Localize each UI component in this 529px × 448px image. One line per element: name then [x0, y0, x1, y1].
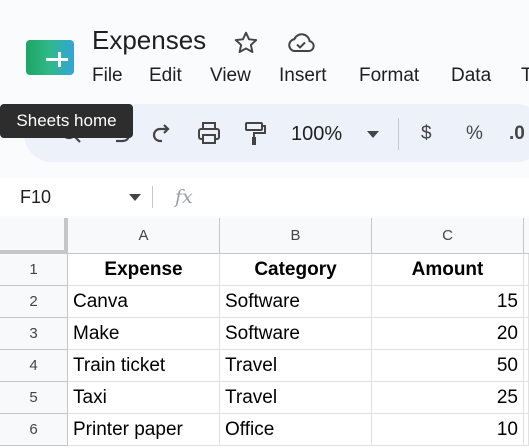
- table-cell[interactable]: Software: [220, 318, 372, 350]
- chevron-down-icon[interactable]: [367, 131, 379, 138]
- table-cell[interactable]: Taxi: [68, 382, 220, 414]
- decrease-decimal-button[interactable]: .0: [509, 121, 525, 147]
- select-all-corner[interactable]: [0, 218, 68, 254]
- table-cell[interactable]: [524, 382, 529, 414]
- formula-bar-divider: [152, 186, 153, 208]
- row-header[interactable]: 2: [0, 286, 68, 318]
- table-cell[interactable]: Travel: [220, 382, 372, 414]
- row-header[interactable]: 1: [0, 254, 68, 286]
- table-cell[interactable]: Canva: [68, 286, 220, 318]
- table-cell[interactable]: Printer paper: [68, 414, 220, 446]
- table-cell[interactable]: Train ticket: [68, 350, 220, 382]
- paint-format-icon[interactable]: [240, 118, 270, 148]
- menu-view[interactable]: View: [210, 63, 251, 89]
- document-title[interactable]: Expenses: [92, 24, 206, 56]
- currency-format-button[interactable]: $: [421, 121, 432, 147]
- star-icon[interactable]: [233, 30, 259, 56]
- header-cell[interactable]: Amount: [372, 254, 524, 286]
- percent-format-button[interactable]: %: [466, 121, 483, 147]
- menu-tools[interactable]: T: [521, 63, 529, 89]
- table-cell[interactable]: [524, 286, 529, 318]
- redo-icon[interactable]: [147, 118, 177, 148]
- menu-format[interactable]: Format: [359, 63, 419, 89]
- table-cell[interactable]: [524, 254, 529, 286]
- table-cell[interactable]: 15: [372, 286, 524, 318]
- column-header-c[interactable]: C: [372, 218, 524, 254]
- table-cell[interactable]: 25: [372, 382, 524, 414]
- table-cell[interactable]: Software: [220, 286, 372, 318]
- menu-data[interactable]: Data: [451, 63, 491, 89]
- name-box[interactable]: F10: [20, 184, 51, 210]
- table-cell[interactable]: [524, 350, 529, 382]
- row-header[interactable]: 3: [0, 318, 68, 350]
- table-cell[interactable]: Office: [220, 414, 372, 446]
- header-cell[interactable]: Expense: [68, 254, 220, 286]
- zoom-select[interactable]: 100%: [291, 121, 342, 147]
- tooltip: Sheets home: [0, 104, 133, 138]
- header-cell[interactable]: Category: [220, 254, 372, 286]
- cloud-saved-icon[interactable]: [286, 31, 316, 55]
- formula-bar: [0, 178, 529, 216]
- toolbar-divider: [398, 118, 399, 150]
- column-header-b[interactable]: B: [220, 218, 372, 254]
- title-bar: [0, 0, 529, 100]
- table-cell[interactable]: [524, 318, 529, 350]
- menu-edit[interactable]: Edit: [149, 63, 182, 89]
- row-header[interactable]: 4: [0, 350, 68, 382]
- menu-insert[interactable]: Insert: [279, 63, 327, 89]
- table-cell[interactable]: [524, 414, 529, 446]
- table-cell[interactable]: Travel: [220, 350, 372, 382]
- sheets-logo-icon[interactable]: [26, 40, 74, 75]
- menu-file[interactable]: File: [92, 63, 123, 89]
- table-cell[interactable]: Make: [68, 318, 220, 350]
- chevron-down-icon[interactable]: [129, 194, 141, 201]
- table-cell[interactable]: 50: [372, 350, 524, 382]
- table-cell[interactable]: 20: [372, 318, 524, 350]
- column-header-a[interactable]: A: [68, 218, 220, 254]
- print-icon[interactable]: [194, 118, 224, 148]
- function-icon: fx: [175, 186, 193, 208]
- column-header-d[interactable]: [524, 218, 529, 254]
- row-header[interactable]: 6: [0, 414, 68, 446]
- row-header[interactable]: 5: [0, 382, 68, 414]
- table-cell[interactable]: 10: [372, 414, 524, 446]
